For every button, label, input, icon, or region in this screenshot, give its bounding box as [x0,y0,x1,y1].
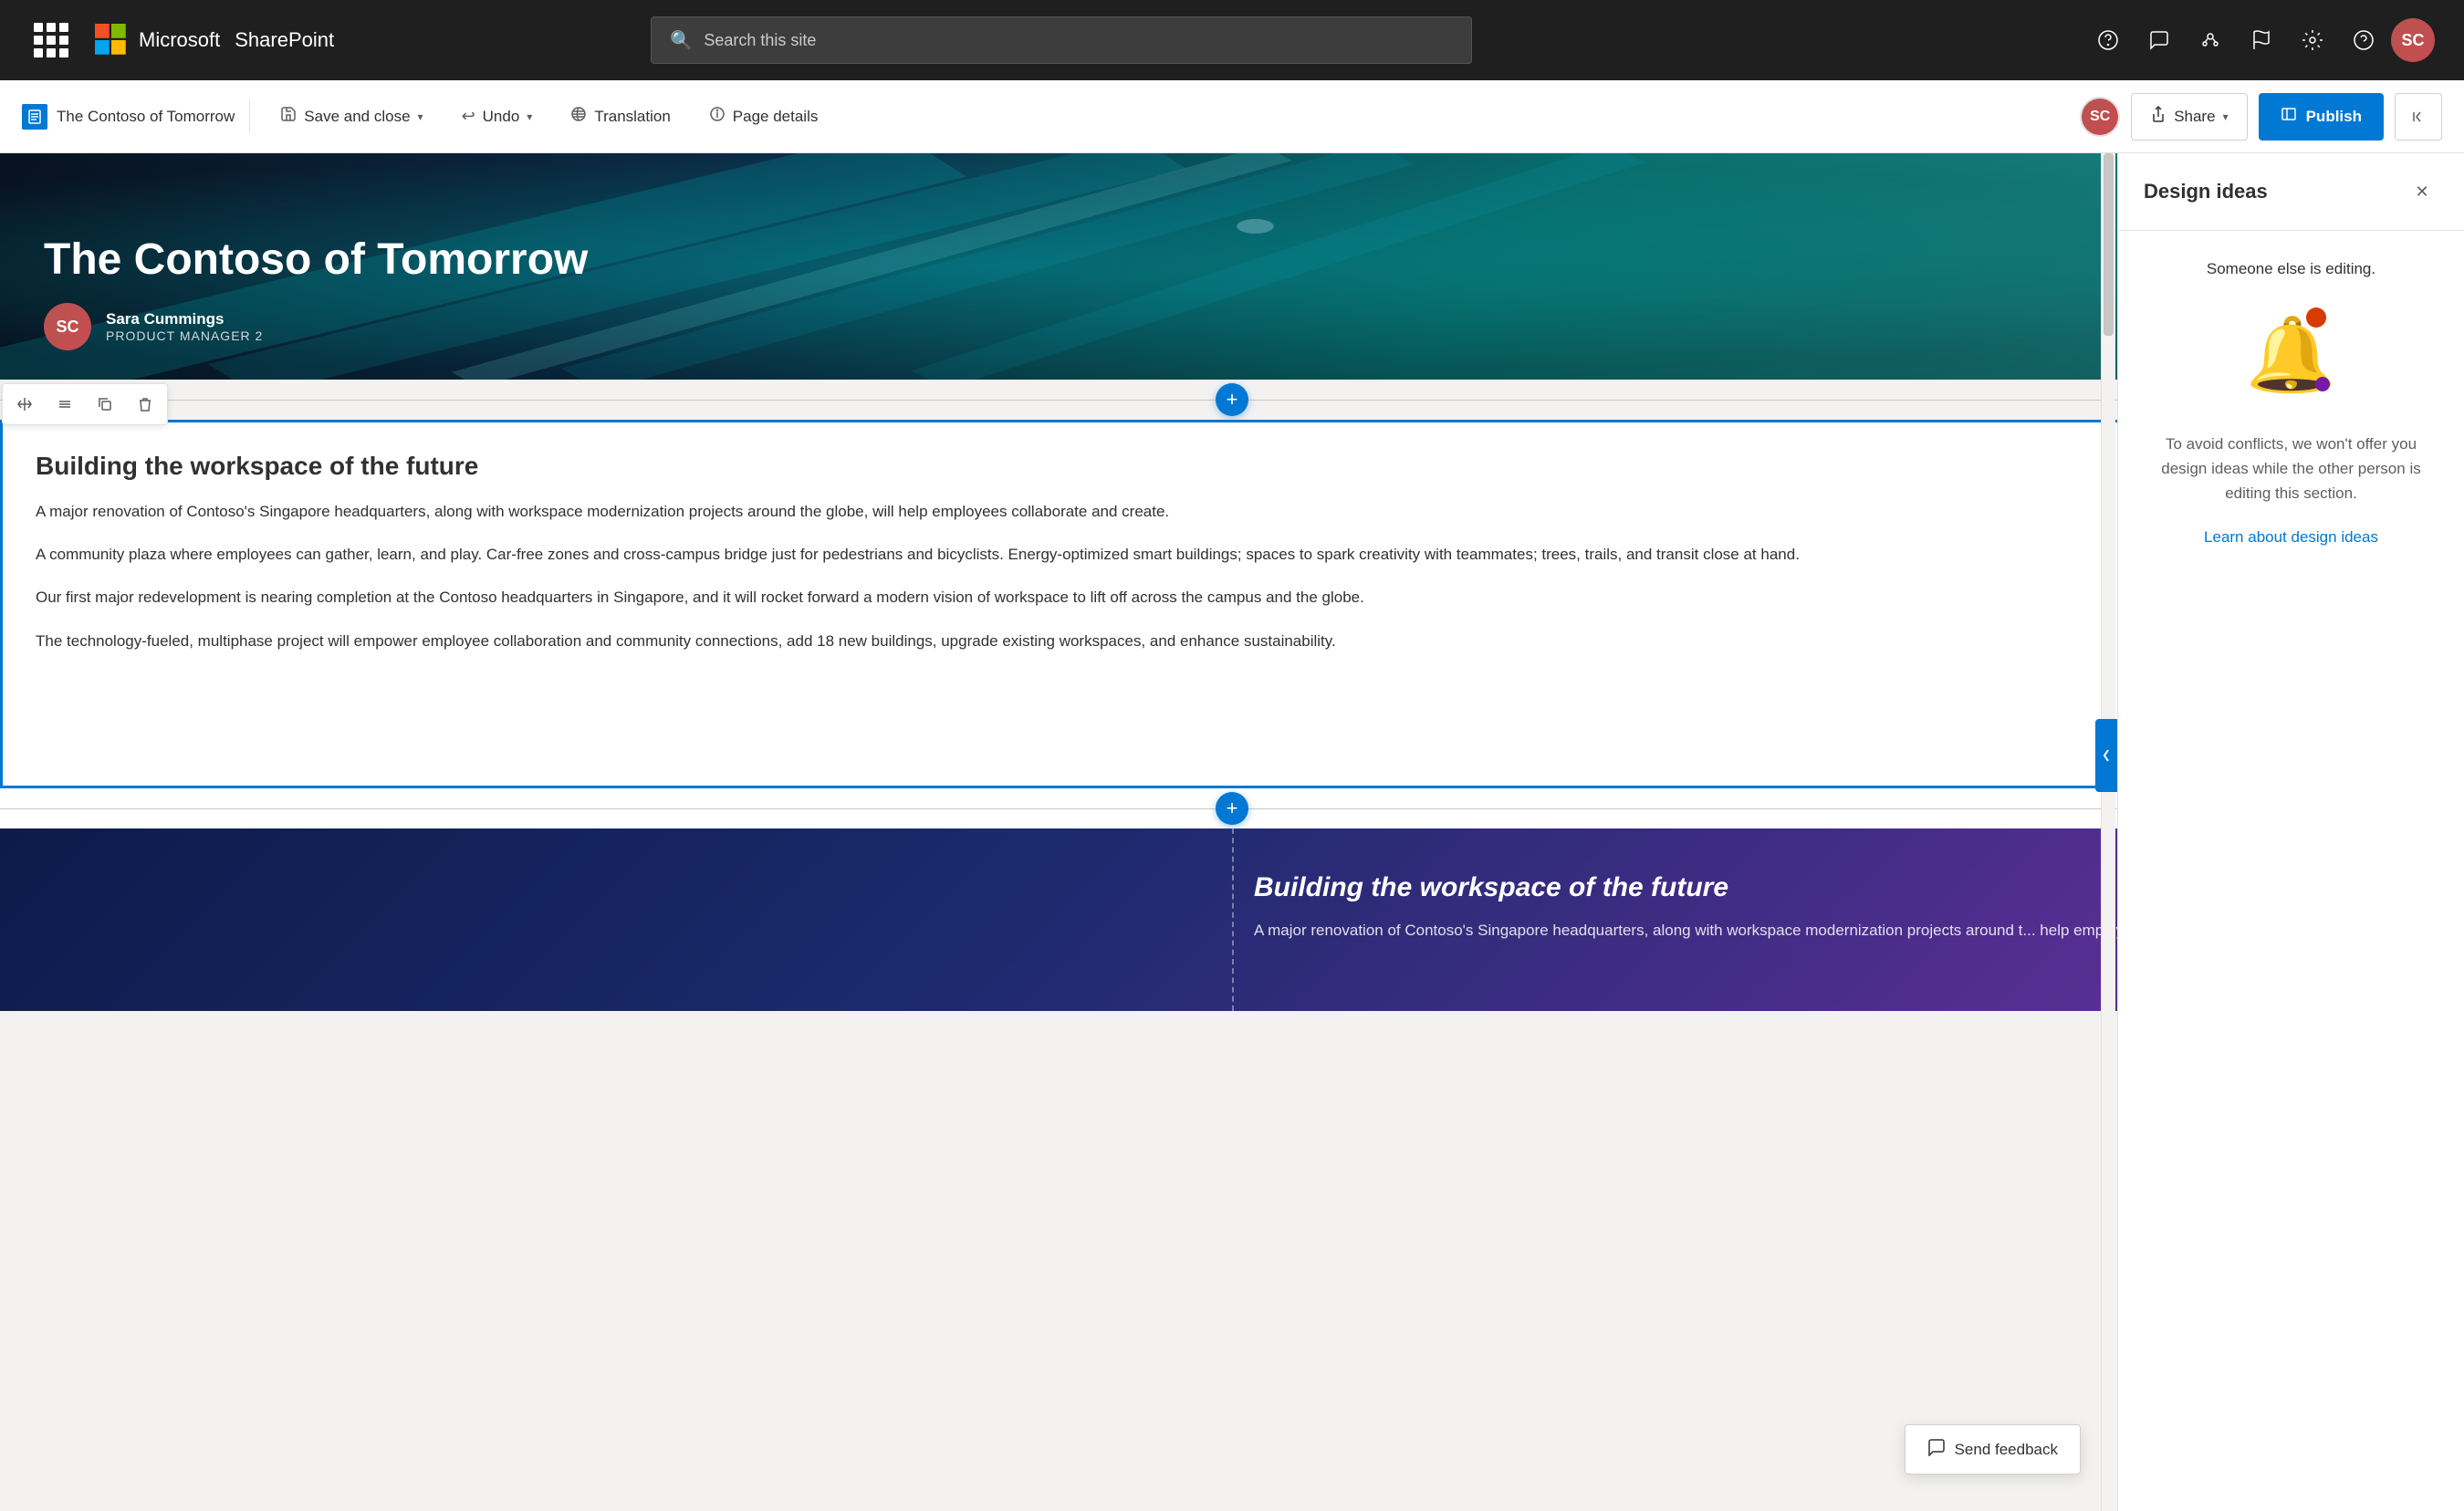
hero-author-info: Sara Cummings PRODUCT MANAGER 2 [106,310,263,343]
content-para-3: Our first major redevelopment is nearing… [36,585,2118,610]
translation-label: Translation [594,108,670,126]
page-type-icon [22,104,47,130]
duplicate-section-button[interactable] [87,388,123,421]
flag-icon-button[interactable] [2238,16,2285,64]
move-section-button[interactable] [6,388,43,421]
send-feedback-label: Send feedback [1955,1441,2058,1459]
microsoft-logo[interactable]: Microsoft SharePoint [95,24,334,57]
undo-button[interactable]: ↩ Undo ▾ [446,93,548,141]
add-section-button-bottom[interactable]: + [0,788,2464,828]
save-close-button[interactable]: Save and close ▾ [265,93,438,141]
help-circle-icon-button[interactable] [2084,16,2132,64]
hero-author-block: SC Sara Cummings PRODUCT MANAGER 2 [44,303,2420,350]
content-para-4: The technology-fueled, multiphase projec… [36,629,2118,653]
microsoft-label: Microsoft [139,28,220,52]
settings-icon-button[interactable] [2289,16,2336,64]
bottom-dark-section: Building the workspace of the future A m… [0,828,2464,1011]
page-details-label: Page details [733,108,819,126]
publish-button[interactable]: Publish [2259,93,2384,141]
translation-icon [570,106,587,127]
hero-author-avatar: SC [44,303,91,350]
add-section-button-top[interactable]: + [0,380,2464,420]
page-content: The Contoso of Tomorrow SC Sara Cummings… [0,153,2464,1511]
bottom-dashed-divider [1232,828,1234,1011]
toolbar-right-group: SC Share ▾ Publish [2080,93,2442,141]
hero-section: The Contoso of Tomorrow SC Sara Cummings… [0,153,2464,380]
panel-side-handle[interactable] [2095,719,2117,792]
bell-orange-dot [2306,307,2326,328]
page-details-icon [709,106,726,127]
two-column-layout: Building the workspace of the future A m… [2,422,2462,787]
add-section-circle-bottom-icon[interactable]: + [1216,792,1248,825]
hero-title: The Contoso of Tomorrow [44,234,2420,285]
save-close-label: Save and close [304,108,410,126]
page-title-text: The Contoso of Tomorrow [57,108,235,126]
content-section-heading: Building the workspace of the future [36,452,2118,481]
save-icon [280,106,297,127]
editor-avatar[interactable]: SC [2080,97,2120,137]
network-icon-button[interactable] [2187,16,2234,64]
page-title-button[interactable]: The Contoso of Tomorrow [22,104,235,130]
content-para-2: A community plaza where employees can ga… [36,542,2118,567]
section-settings-button[interactable] [47,388,83,421]
text-column[interactable]: Building the workspace of the future A m… [2,422,2152,787]
close-panel-button[interactable]: ✕ [2406,175,2438,208]
translation-button[interactable]: Translation [555,93,685,141]
undo-label: Undo [483,108,520,126]
top-navigation: Microsoft SharePoint 🔍 Search this site … [0,0,2464,80]
content-section: Building the workspace of the future A m… [0,420,2464,788]
share-chevron-icon: ▾ [2223,110,2229,123]
publish-icon [2281,106,2297,127]
share-label: Share [2174,108,2215,126]
divider-1 [249,100,250,133]
collapse-panel-button[interactable] [2395,93,2442,141]
scroll-indicator[interactable] [2101,153,2115,1511]
waffle-menu-button[interactable] [29,18,73,62]
send-feedback-button[interactable]: Send feedback [1905,1424,2081,1475]
bell-purple-dot [2315,377,2330,391]
feedback-icon-button[interactable] [2135,16,2183,64]
help-icon-button[interactable] [2340,16,2387,64]
someone-editing-text: Someone else is editing. [2207,260,2375,278]
add-section-circle-icon[interactable]: + [1216,383,1248,416]
hero-author-name: Sara Cummings [106,310,263,328]
learn-about-design-ideas-link[interactable]: Learn about design ideas [2204,528,2378,547]
hero-author-role: PRODUCT MANAGER 2 [106,328,263,343]
sharepoint-label: SharePoint [235,28,334,52]
notification-bell-icon: 🔔 [2246,300,2337,410]
delete-section-button[interactable] [127,388,163,421]
panel-body: Someone else is editing. 🔔 To avoid conf… [2118,231,2464,1511]
panel-header: Design ideas ✕ [2118,153,2464,231]
undo-chevron-icon: ▾ [527,110,532,123]
content-para-1: A major renovation of Contoso's Singapor… [36,499,2118,524]
page-details-button[interactable]: Page details [694,93,834,141]
user-avatar-button[interactable]: SC [2391,18,2435,62]
nav-right-icons: SC [2084,16,2435,64]
share-button[interactable]: Share ▾ [2131,93,2247,141]
main-content-area: The Contoso of Tomorrow SC Sara Cummings… [0,153,2464,1511]
save-close-chevron-icon: ▾ [418,110,423,123]
search-placeholder-text: Search this site [704,31,816,50]
undo-icon: ↩ [462,107,475,126]
editor-toolbar: The Contoso of Tomorrow Save and close ▾… [0,80,2464,153]
search-bar[interactable]: 🔍 Search this site [651,16,1472,64]
feedback-icon [1927,1438,1946,1461]
conflict-description-text: To avoid conflicts, we won't offer you d… [2144,432,2438,506]
panel-title: Design ideas [2144,180,2268,203]
share-icon [2150,106,2166,127]
section-toolbar [2,383,168,425]
publish-label: Publish [2306,108,2362,126]
design-ideas-panel: Design ideas ✕ Someone else is editing. … [2117,153,2464,1511]
search-icon: 🔍 [670,29,693,52]
